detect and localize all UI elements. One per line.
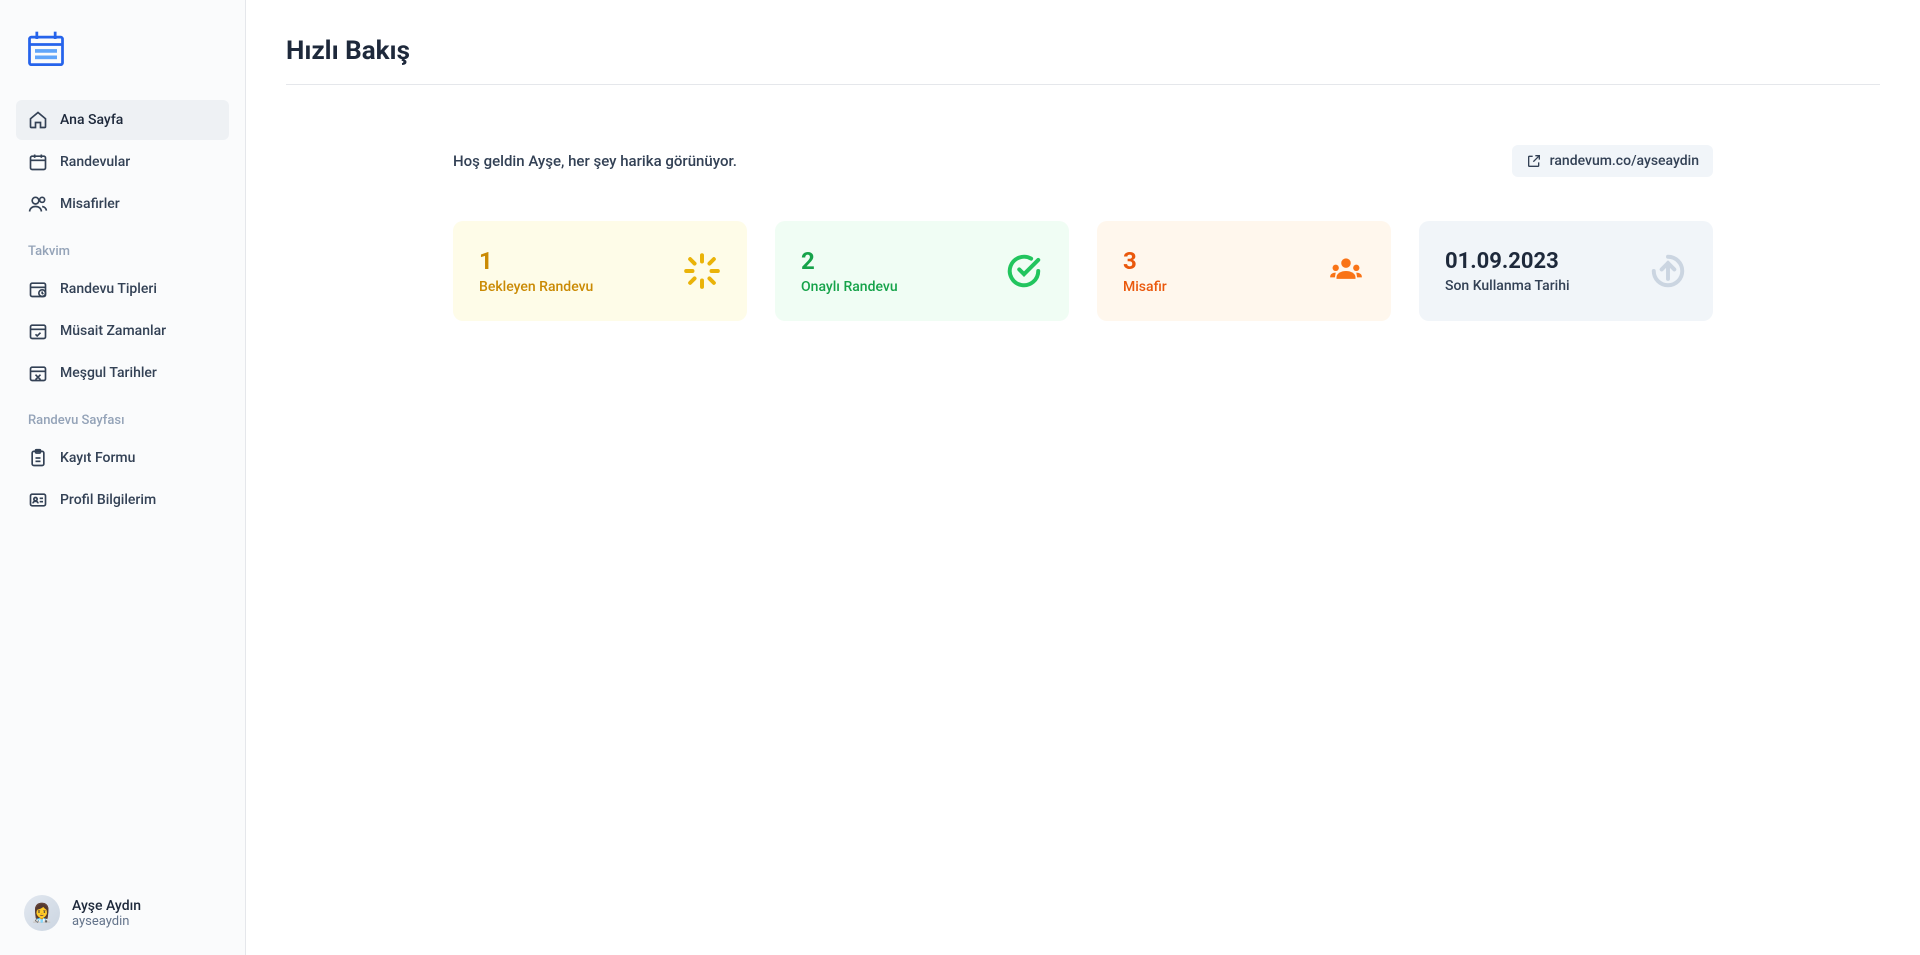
sidebar-item-guests[interactable]: Misafirler [16,184,229,224]
sidebar-item-busy-dates[interactable]: Meşgul Tarihler [16,353,229,393]
stats-cards: 1 Bekleyen Randevu 2 Onaylı Randevu [453,221,1713,321]
stat-card-expiry[interactable]: 01.09.2023 Son Kullanma Tarihi [1419,221,1713,321]
users-icon [28,194,48,214]
stat-label: Misafir [1123,279,1167,295]
check-circle-icon [1005,252,1043,290]
nav-label: Profil Bilgilerim [60,492,156,508]
loader-icon [683,252,721,290]
sidebar-item-home[interactable]: Ana Sayfa [16,100,229,140]
nav-label: Randevu Tipleri [60,281,157,297]
calendar-logo-icon [24,28,68,72]
logo[interactable] [16,16,229,100]
stat-value: 1 [479,247,593,275]
sidebar-item-appointments[interactable]: Randevular [16,142,229,182]
people-icon [1327,252,1365,290]
sidebar: Ana Sayfa Randevular Misafirler Takvim R… [0,0,246,955]
share-url: randevum.co/ayseaydin [1550,153,1699,169]
sidebar-item-appointment-types[interactable]: Randevu Tipleri [16,269,229,309]
home-icon [28,110,48,130]
nav-label: Ana Sayfa [60,112,123,128]
stat-card-approved[interactable]: 2 Onaylı Randevu [775,221,1069,321]
stat-card-pending[interactable]: 1 Bekleyen Randevu [453,221,747,321]
stat-value: 2 [801,247,898,275]
main: Hızlı Bakış Hoş geldin Ayşe, her şey har… [246,0,1920,955]
welcome-text: Hoş geldin Ayşe, her şey harika görünüyo… [453,152,737,170]
avatar: 👩‍⚕️ [24,895,60,931]
id-card-icon [28,490,48,510]
calendar-icon [28,152,48,172]
stat-value: 3 [1123,247,1167,275]
external-link-icon [1526,153,1542,169]
sidebar-item-available-times[interactable]: Müsait Zamanlar [16,311,229,351]
stat-label: Bekleyen Randevu [479,279,593,295]
nav-label: Randevular [60,154,130,170]
user-name: Ayşe Aydın [72,898,141,914]
nav-label: Müsait Zamanlar [60,323,166,339]
calendar-x-icon [28,363,48,383]
nav-group-takvim: Takvim [16,226,229,267]
stat-card-guests[interactable]: 3 Misafir [1097,221,1391,321]
nav-label: Misafirler [60,196,120,212]
user-handle: ayseaydin [72,914,141,929]
calendar-check-icon [28,321,48,341]
stat-label: Son Kullanma Tarihi [1445,278,1570,294]
stat-value: 01.09.2023 [1445,249,1570,274]
nav-group-sayfa: Randevu Sayfası [16,395,229,436]
arrow-up-circle-icon [1649,252,1687,290]
stat-label: Onaylı Randevu [801,279,898,295]
welcome-row: Hoş geldin Ayşe, her şey harika görünüyo… [453,145,1713,177]
nav-primary: Ana Sayfa Randevular Misafirler Takvim R… [16,100,229,887]
page-title: Hızlı Bakış [286,36,1880,85]
nav-label: Meşgul Tarihler [60,365,157,381]
share-link-button[interactable]: randevum.co/ayseaydin [1512,145,1713,177]
calendar-clock-icon [28,279,48,299]
sidebar-item-profile[interactable]: Profil Bilgilerim [16,480,229,520]
nav-label: Kayıt Formu [60,450,135,466]
user-profile[interactable]: 👩‍⚕️ Ayşe Aydın ayseaydin [16,887,229,939]
sidebar-item-registration-form[interactable]: Kayıt Formu [16,438,229,478]
clipboard-icon [28,448,48,468]
content: Hoş geldin Ayşe, her şey harika görünüyo… [453,85,1713,321]
